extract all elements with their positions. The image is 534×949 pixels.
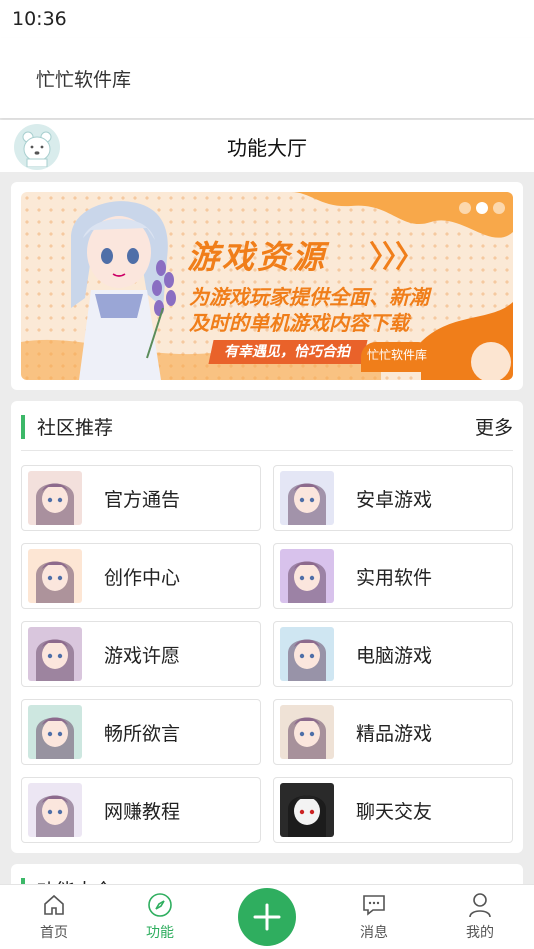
page-title: 功能大厅 xyxy=(227,135,307,160)
community-item-label: 聊天交友 xyxy=(356,800,433,823)
community-title: 社区推荐 xyxy=(37,417,114,439)
tab-home[interactable]: 首页 xyxy=(14,885,94,949)
tab-label: 消息 xyxy=(360,925,388,941)
community-item-label: 安卓游戏 xyxy=(356,488,433,511)
community-section: 社区推荐 更多 官方通告 安卓游戏创作中心 实用软件游戏许愿 电脑游戏畅所欲言 精品游戏… xyxy=(11,401,523,853)
category-thumbnail xyxy=(28,705,82,759)
category-thumbnail xyxy=(28,627,82,681)
community-item[interactable]: 聊天交友 xyxy=(273,777,513,843)
tab-features[interactable]: 功能 xyxy=(120,885,200,949)
category-thumbnail xyxy=(280,705,334,759)
tab-messages[interactable]: 消息 xyxy=(334,885,414,949)
home-icon xyxy=(42,892,66,918)
compass-icon xyxy=(147,892,173,918)
bear-avatar-icon xyxy=(22,131,52,167)
community-item[interactable]: 电脑游戏 xyxy=(273,621,513,687)
category-thumbnail xyxy=(280,627,334,681)
community-item-label: 实用软件 xyxy=(356,566,433,589)
carousel-dot[interactable] xyxy=(476,202,488,214)
promo-banner[interactable]: 游戏资源 〉〉〉 为游戏玩家提供全面、新潮 及时的单机游戏内容下载 有幸遇见，恰… xyxy=(21,192,513,380)
community-item[interactable]: 精品游戏 xyxy=(273,699,513,765)
category-thumbnail xyxy=(28,471,82,525)
banner-subtitle-line1: 为游戏玩家提供全面、新潮 xyxy=(189,285,429,309)
community-item[interactable]: 创作中心 xyxy=(21,543,261,609)
community-item[interactable]: 游戏许愿 xyxy=(21,621,261,687)
app-title: 忙忙软件库 xyxy=(36,68,132,91)
banner-slogan: 有幸遇见，恰巧合拍 xyxy=(208,340,368,364)
community-item-label: 创作中心 xyxy=(104,566,181,589)
community-item[interactable]: 安卓游戏 xyxy=(273,465,513,531)
community-item[interactable]: 官方通告 xyxy=(21,465,261,531)
community-item[interactable]: 网赚教程 xyxy=(21,777,261,843)
community-grid: 官方通告 安卓游戏创作中心 实用软件游戏许愿 电脑游戏畅所欲言 精品游戏网赚教程 聊天交友 xyxy=(21,465,513,843)
message-icon xyxy=(361,892,387,918)
category-thumbnail xyxy=(28,549,82,603)
community-header: 社区推荐 更多 xyxy=(11,401,523,451)
tab-me[interactable]: 我的 xyxy=(440,885,520,949)
banner-subtitle: 为游戏玩家提供全面、新潮 及时的单机游戏内容下载 xyxy=(189,284,429,336)
banner-card: 游戏资源 〉〉〉 为游戏玩家提供全面、新潮 及时的单机游戏内容下载 有幸遇见，恰… xyxy=(11,182,523,390)
category-thumbnail xyxy=(280,549,334,603)
section-divider xyxy=(21,450,513,451)
banner-brand-tag: 忙忙软件库 xyxy=(361,342,433,372)
category-thumbnail xyxy=(28,783,82,837)
community-item-label: 电脑游戏 xyxy=(356,644,433,667)
status-bar: 10:36 xyxy=(0,0,534,38)
community-item[interactable]: 实用软件 xyxy=(273,543,513,609)
plus-icon xyxy=(253,903,281,931)
carousel-dot[interactable] xyxy=(493,202,505,214)
app-header: 忙忙软件库 xyxy=(0,38,534,118)
section-accent-bar xyxy=(21,415,25,439)
tab-label: 我的 xyxy=(466,925,494,941)
community-item[interactable]: 畅所欲言 xyxy=(21,699,261,765)
anime-girl-illustration xyxy=(71,201,176,380)
user-icon xyxy=(468,892,492,918)
category-thumbnail xyxy=(280,783,334,837)
banner-title: 游戏资源 xyxy=(187,238,328,276)
community-item-label: 游戏许愿 xyxy=(104,644,181,667)
community-item-label: 畅所欲言 xyxy=(104,722,181,745)
community-item-label: 网赚教程 xyxy=(104,800,181,823)
banner-arrows: 〉〉〉 xyxy=(369,240,425,275)
banner-subtitle-line2: 及时的单机游戏内容下载 xyxy=(189,311,409,335)
add-post-button[interactable] xyxy=(238,888,296,946)
status-time: 10:36 xyxy=(12,8,67,30)
carousel-dot[interactable] xyxy=(459,202,471,214)
carousel-indicator xyxy=(459,202,505,214)
page-header: 功能大厅 xyxy=(0,120,534,172)
tab-label: 首页 xyxy=(40,925,68,941)
more-link[interactable]: 更多 xyxy=(475,413,513,440)
avatar[interactable] xyxy=(14,124,60,170)
community-item-label: 官方通告 xyxy=(104,488,181,511)
tab-label: 功能 xyxy=(146,925,174,941)
community-item-label: 精品游戏 xyxy=(356,722,433,745)
category-thumbnail xyxy=(280,471,334,525)
